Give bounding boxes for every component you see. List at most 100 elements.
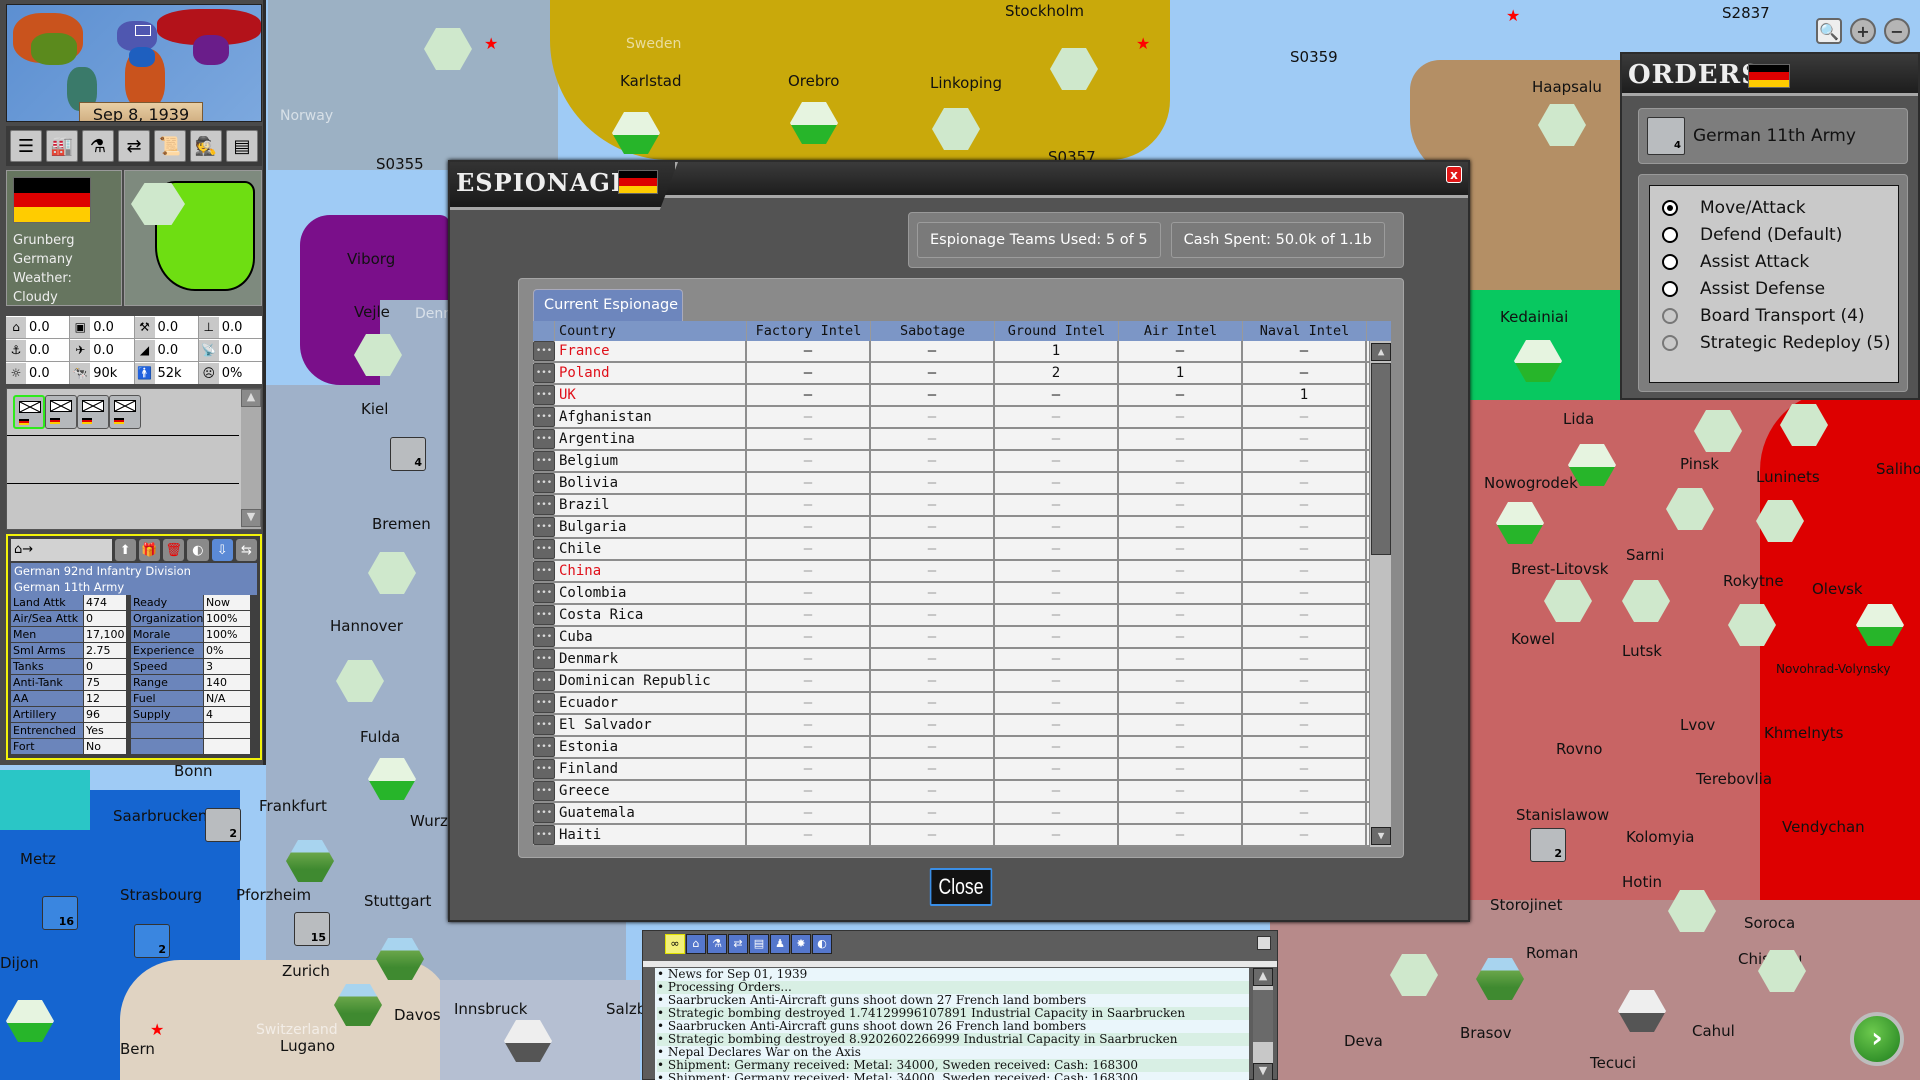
stack-unit-counter[interactable] bbox=[77, 395, 109, 429]
air-intel-cell[interactable]: – bbox=[1119, 627, 1243, 647]
ground-intel-cell[interactable]: – bbox=[995, 407, 1119, 427]
city-label[interactable]: Zurich bbox=[282, 962, 330, 980]
table-row[interactable]: ••• Cuba – – – – – bbox=[533, 627, 1391, 649]
table-row[interactable]: ••• Guatemala – – – – – bbox=[533, 803, 1391, 825]
restore-window-icon[interactable] bbox=[1257, 936, 1271, 950]
air-intel-cell[interactable]: – bbox=[1119, 803, 1243, 823]
row-options-button[interactable]: ••• bbox=[533, 451, 555, 471]
ground-intel-cell[interactable]: – bbox=[995, 649, 1119, 669]
factory-intel-cell[interactable]: – bbox=[747, 429, 871, 449]
row-options-button[interactable]: ••• bbox=[533, 561, 555, 581]
air-intel-cell[interactable]: – bbox=[1119, 737, 1243, 757]
naval-intel-cell[interactable]: – bbox=[1243, 341, 1367, 361]
sabotage-cell[interactable]: – bbox=[871, 627, 995, 647]
ground-intel-cell[interactable]: – bbox=[995, 759, 1119, 779]
row-options-button[interactable]: ••• bbox=[533, 605, 555, 625]
unit-counter-german[interactable]: 4 bbox=[390, 437, 426, 471]
order-option[interactable]: Assist Attack bbox=[1650, 248, 1898, 275]
order-option[interactable]: Assist Defense bbox=[1650, 275, 1898, 302]
city-label[interactable]: Kiel bbox=[361, 400, 388, 418]
city-label[interactable]: Saarbrucken bbox=[113, 807, 207, 825]
city-label[interactable]: Terebovlia bbox=[1696, 770, 1772, 788]
sabotage-cell[interactable]: – bbox=[871, 671, 995, 691]
factory-intel-cell[interactable]: – bbox=[747, 605, 871, 625]
sabotage-cell[interactable]: – bbox=[871, 781, 995, 801]
swap-button[interactable]: ⇆ bbox=[235, 539, 258, 561]
factory-intel-cell[interactable]: – bbox=[747, 539, 871, 559]
ground-intel-cell[interactable]: – bbox=[995, 781, 1119, 801]
naval-intel-cell[interactable]: – bbox=[1243, 715, 1367, 735]
city-label[interactable]: Salihor bbox=[1876, 460, 1920, 478]
sabotage-cell[interactable]: – bbox=[871, 759, 995, 779]
city-label[interactable]: Lida bbox=[1563, 410, 1594, 428]
city-label[interactable]: Brasov bbox=[1460, 1024, 1512, 1042]
city-label[interactable]: Stockholm bbox=[1005, 2, 1084, 20]
naval-intel-cell[interactable]: – bbox=[1243, 473, 1367, 493]
city-label[interactable]: Pinsk bbox=[1680, 455, 1719, 473]
espionage-icon[interactable]: ♟ bbox=[770, 934, 790, 954]
close-icon[interactable]: x bbox=[1446, 166, 1462, 183]
scroll-thumb[interactable] bbox=[1253, 990, 1273, 1042]
row-options-button[interactable]: ••• bbox=[533, 473, 555, 493]
table-row[interactable]: ••• Ecuador – – – – – bbox=[533, 693, 1391, 715]
minimap-viewport[interactable] bbox=[135, 25, 151, 36]
naval-intel-cell[interactable]: – bbox=[1243, 539, 1367, 559]
air-intel-cell[interactable]: – bbox=[1119, 671, 1243, 691]
ground-intel-cell[interactable]: – bbox=[995, 539, 1119, 559]
naval-intel-cell[interactable]: – bbox=[1243, 649, 1367, 669]
row-options-button[interactable]: ••• bbox=[533, 825, 555, 845]
region-norway[interactable] bbox=[268, 0, 558, 170]
city-label[interactable]: Khmelnyts bbox=[1764, 724, 1843, 742]
naval-intel-cell[interactable]: – bbox=[1243, 517, 1367, 537]
city-label[interactable]: Frankfurt bbox=[259, 797, 327, 815]
city-label[interactable]: Davos bbox=[394, 1006, 441, 1024]
factory-intel-cell[interactable]: – bbox=[747, 341, 871, 361]
row-options-button[interactable]: ••• bbox=[533, 341, 555, 361]
city-label[interactable]: Karlstad bbox=[620, 72, 682, 90]
city-label[interactable]: Sarni bbox=[1626, 546, 1664, 564]
row-options-button[interactable]: ••• bbox=[533, 693, 555, 713]
trade-button[interactable]: ⇄ bbox=[118, 130, 150, 162]
sabotage-cell[interactable]: – bbox=[871, 495, 995, 515]
news-scrollbar[interactable]: ▲ ▼ bbox=[1253, 968, 1273, 1080]
table-row[interactable]: ••• Haiti – – – – – bbox=[533, 825, 1391, 847]
air-intel-cell[interactable]: – bbox=[1119, 341, 1243, 361]
city-label[interactable]: Haapsalu bbox=[1532, 78, 1602, 96]
table-row[interactable]: ••• Bolivia – – – – – bbox=[533, 473, 1391, 495]
city-label[interactable]: Hotin bbox=[1622, 873, 1662, 891]
combat-icon[interactable]: ✸ bbox=[791, 934, 811, 954]
stack-unit-counter[interactable] bbox=[45, 395, 77, 429]
zoom-out-button[interactable]: − bbox=[1884, 18, 1910, 44]
table-row[interactable]: ••• Brazil – – – – – bbox=[533, 495, 1391, 517]
transfer-button[interactable]: ⇩ bbox=[211, 539, 233, 561]
table-row[interactable]: ••• Finland – – – – – bbox=[533, 759, 1391, 781]
ground-intel-cell[interactable]: – bbox=[995, 517, 1119, 537]
search-button[interactable]: 🔍 bbox=[1816, 18, 1842, 44]
city-label[interactable]: Luninets bbox=[1756, 468, 1820, 486]
air-intel-cell[interactable]: – bbox=[1119, 473, 1243, 493]
upgrade-button[interactable]: ⬆ bbox=[114, 539, 136, 561]
radio-button[interactable] bbox=[1662, 226, 1678, 243]
factory-intel-cell[interactable]: – bbox=[747, 693, 871, 713]
city-label[interactable]: Vejle bbox=[354, 303, 390, 321]
factory-intel-cell[interactable]: – bbox=[747, 407, 871, 427]
naval-intel-cell[interactable]: – bbox=[1243, 825, 1367, 845]
city-label[interactable]: Nowogrodek bbox=[1484, 474, 1578, 492]
sabotage-cell[interactable]: – bbox=[871, 561, 995, 581]
city-label[interactable]: Dijon bbox=[0, 954, 39, 972]
factory-intel-cell[interactable]: – bbox=[747, 715, 871, 735]
factory-intel-cell[interactable]: – bbox=[747, 627, 871, 647]
column-header-air-intel[interactable]: Air Intel bbox=[1119, 321, 1243, 341]
row-options-button[interactable]: ••• bbox=[533, 539, 555, 559]
unit-counter-german[interactable]: 2 bbox=[1530, 828, 1566, 862]
stack-unit-counter[interactable] bbox=[109, 395, 141, 429]
research-button[interactable]: ⚗ bbox=[82, 130, 114, 162]
air-intel-cell[interactable]: – bbox=[1119, 517, 1243, 537]
air-intel-cell[interactable]: – bbox=[1119, 495, 1243, 515]
factory-intel-cell[interactable]: – bbox=[747, 781, 871, 801]
city-label[interactable]: Stanislawow bbox=[1516, 806, 1609, 824]
factory-intel-cell[interactable]: – bbox=[747, 561, 871, 581]
trade-icon[interactable]: ⇄ bbox=[728, 934, 748, 954]
table-row[interactable]: ••• Poland – –2 1– bbox=[533, 363, 1391, 385]
air-intel-cell[interactable]: – bbox=[1119, 561, 1243, 581]
